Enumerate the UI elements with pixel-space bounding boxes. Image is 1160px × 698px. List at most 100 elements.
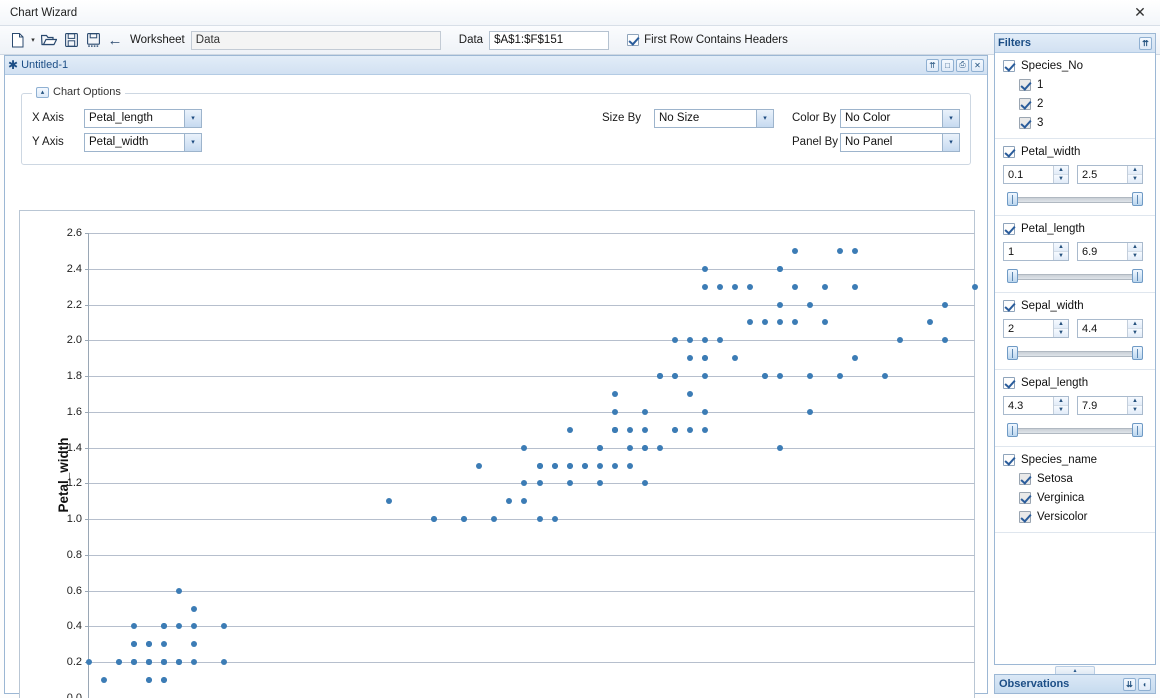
slider-handle-right[interactable] xyxy=(1132,269,1143,283)
spinner-up-icon[interactable]: ▲ xyxy=(1128,397,1142,406)
scatter-point[interactable] xyxy=(717,337,723,343)
scatter-point[interactable] xyxy=(807,302,813,308)
checkbox-box[interactable] xyxy=(1019,473,1031,485)
scatter-point[interactable] xyxy=(506,498,512,504)
scatter-point[interactable] xyxy=(702,266,708,272)
spinner-up-icon[interactable]: ▲ xyxy=(1128,320,1142,329)
checkbox-box[interactable] xyxy=(1003,223,1015,235)
scatter-point[interactable] xyxy=(627,427,633,433)
scatter-point[interactable] xyxy=(927,319,933,325)
size-by-select[interactable]: No Size ▾ xyxy=(654,109,774,128)
spinner-down-icon[interactable]: ▼ xyxy=(1054,406,1068,414)
scatter-point[interactable] xyxy=(732,355,738,361)
scatter-point[interactable] xyxy=(386,498,392,504)
scatter-point[interactable] xyxy=(777,445,783,451)
scatter-point[interactable] xyxy=(191,659,197,665)
spinner-up-icon[interactable]: ▲ xyxy=(1054,320,1068,329)
scatter-point[interactable] xyxy=(657,445,663,451)
filter-min-input[interactable]: 0.1▲▼ xyxy=(1003,165,1069,184)
slider-track[interactable] xyxy=(1007,351,1143,357)
filter-range-slider[interactable] xyxy=(1007,346,1143,360)
scatter-point[interactable] xyxy=(161,677,167,683)
scatter-point[interactable] xyxy=(461,516,467,522)
scatter-point[interactable] xyxy=(567,480,573,486)
scatter-point[interactable] xyxy=(882,373,888,379)
scatter-point[interactable] xyxy=(852,355,858,361)
scatter-point[interactable] xyxy=(747,284,753,290)
scatter-point[interactable] xyxy=(807,373,813,379)
checkbox-box[interactable] xyxy=(1003,300,1015,312)
first-row-headers-checkbox[interactable]: First Row Contains Headers xyxy=(627,34,788,46)
slider-handle-right[interactable] xyxy=(1132,346,1143,360)
scatter-point[interactable] xyxy=(612,463,618,469)
checkbox-box[interactable] xyxy=(1019,79,1031,91)
restore-button[interactable]: □ xyxy=(941,59,954,72)
back-arrow-icon[interactable]: ← xyxy=(104,29,126,51)
spinner-up-icon[interactable]: ▲ xyxy=(1128,243,1142,252)
scatter-point[interactable] xyxy=(822,319,828,325)
scatter-point[interactable] xyxy=(627,463,633,469)
filter-range-slider[interactable] xyxy=(1007,192,1143,206)
filter-min-input[interactable]: 4.3▲▼ xyxy=(1003,396,1069,415)
scatter-point[interactable] xyxy=(702,427,708,433)
scatter-point[interactable] xyxy=(687,337,693,343)
slider-track[interactable] xyxy=(1007,197,1143,203)
filter-section-header[interactable]: Petal_length xyxy=(1003,223,1147,235)
spinner-down-icon[interactable]: ▼ xyxy=(1128,175,1142,183)
filter-item[interactable]: Verginica xyxy=(1019,492,1147,504)
spinner-down-icon[interactable]: ▼ xyxy=(1128,329,1142,337)
y-axis-select[interactable]: Petal_width ▾ xyxy=(84,133,202,152)
scatter-point[interactable] xyxy=(672,427,678,433)
scatter-point[interactable] xyxy=(672,373,678,379)
spinner-up-icon[interactable]: ▲ xyxy=(1128,166,1142,175)
slider-track[interactable] xyxy=(1007,428,1143,434)
checkbox-box[interactable] xyxy=(1019,511,1031,523)
scatter-point[interactable] xyxy=(747,319,753,325)
scatter-point[interactable] xyxy=(642,409,648,415)
scatter-point[interactable] xyxy=(567,427,573,433)
scatter-point[interactable] xyxy=(597,445,603,451)
scatter-point[interactable] xyxy=(657,373,663,379)
x-axis-select[interactable]: Petal_length ▾ xyxy=(84,109,202,128)
filter-max-input[interactable]: 2.5▲▼ xyxy=(1077,165,1143,184)
filter-max-input[interactable]: 4.4▲▼ xyxy=(1077,319,1143,338)
scatter-point[interactable] xyxy=(792,248,798,254)
scatter-point[interactable] xyxy=(717,284,723,290)
collapse-button[interactable]: ⇈ xyxy=(926,59,939,72)
scatter-point[interactable] xyxy=(176,659,182,665)
checkbox-box[interactable] xyxy=(1003,146,1015,158)
scatter-point[interactable] xyxy=(131,659,137,665)
data-range-input[interactable]: $A$1:$F$151 xyxy=(489,31,609,50)
new-document-dropdown-caret[interactable]: ▾ xyxy=(28,36,38,44)
scatter-point[interactable] xyxy=(146,677,152,683)
expand-observations-button[interactable]: ⇊ xyxy=(1123,678,1136,691)
window-close-button[interactable]: ✕ xyxy=(1120,0,1160,25)
scatter-point[interactable] xyxy=(431,516,437,522)
slider-track[interactable] xyxy=(1007,274,1143,280)
scatter-point[interactable] xyxy=(191,623,197,629)
scatter-point[interactable] xyxy=(732,284,738,290)
new-document-icon[interactable] xyxy=(6,29,28,51)
slider-handle-right[interactable] xyxy=(1132,423,1143,437)
scatter-point[interactable] xyxy=(191,641,197,647)
filter-min-input[interactable]: 2▲▼ xyxy=(1003,319,1069,338)
scatter-point[interactable] xyxy=(101,677,107,683)
scatter-point[interactable] xyxy=(161,623,167,629)
scatter-point[interactable] xyxy=(777,302,783,308)
filter-range-slider[interactable] xyxy=(1007,269,1143,283)
scatter-point[interactable] xyxy=(567,463,573,469)
scatter-point[interactable] xyxy=(582,463,588,469)
scatter-point[interactable] xyxy=(642,480,648,486)
scatter-point[interactable] xyxy=(942,302,948,308)
checkbox-box[interactable] xyxy=(1019,117,1031,129)
filters-collapse-button[interactable]: ⇈ xyxy=(1139,37,1152,50)
scatter-point[interactable] xyxy=(852,284,858,290)
filter-item[interactable]: Setosa xyxy=(1019,473,1147,485)
filter-section-header[interactable]: Sepal_length xyxy=(1003,377,1147,389)
scatter-point[interactable] xyxy=(612,391,618,397)
worksheet-field[interactable]: Data xyxy=(191,31,441,50)
scatter-point[interactable] xyxy=(702,373,708,379)
scatter-point[interactable] xyxy=(777,319,783,325)
checkbox-box[interactable] xyxy=(1019,492,1031,504)
scatter-point[interactable] xyxy=(777,266,783,272)
